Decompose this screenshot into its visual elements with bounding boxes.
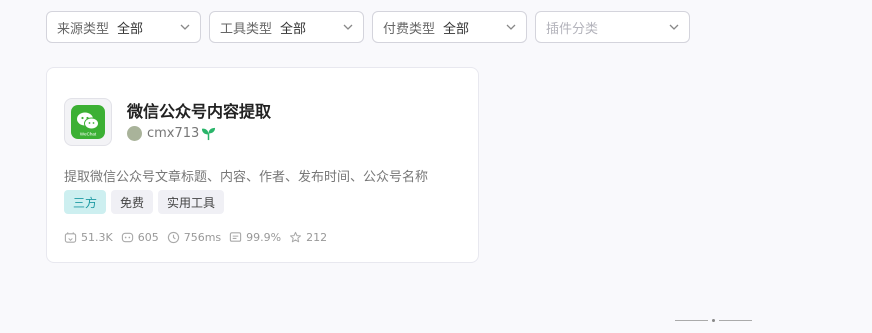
success-rate-stat: 99.9% [229,231,281,244]
pager-dot [712,319,715,322]
bot-icon [121,232,133,243]
author-avatar [127,126,142,141]
tool-type-value: 全部 [280,21,307,37]
calls-stat: 605 [121,231,159,244]
source-type-select[interactable]: 来源类型 全部 [46,11,201,43]
payment-type-select[interactable]: 付费类型 全部 [372,11,527,43]
plugin-author: cmx713 [127,126,216,141]
chevron-down-icon [180,24,190,30]
tag-list: 三方 免费 实用工具 [64,190,225,214]
tag-free[interactable]: 免费 [111,190,154,214]
chevron-down-icon [506,24,516,30]
stars-stat[interactable]: 212 [289,231,327,244]
payment-type-label: 付费类型 [383,21,436,37]
message-icon [230,232,242,242]
installs-value: 51.3K [81,231,113,244]
star-icon [290,231,302,243]
pager-line-left [675,320,708,321]
author-name: cmx713 [147,126,200,141]
chevron-down-icon [669,24,679,30]
installs-stat: 51.3K [64,231,113,244]
latency-value: 756ms [183,231,222,244]
chevron-down-icon [343,24,353,30]
filter-bar: 来源类型 全部 工具类型 全部 付费类型 全部 插件分类 [46,11,690,43]
sprout-icon [202,127,216,141]
tool-type-select[interactable]: 工具类型 全部 [209,11,364,43]
source-type-value: 全部 [117,21,144,37]
tool-type-label: 工具类型 [220,21,273,37]
tag-utility[interactable]: 实用工具 [158,190,225,214]
calls-value: 605 [137,231,159,244]
wechat-logo-icon: WeChat [71,105,105,139]
latency-stat: 756ms [167,231,221,244]
source-type-label: 来源类型 [57,21,110,37]
success-rate-value: 99.9% [246,231,282,244]
plugin-title: 微信公众号内容提取 [127,102,272,121]
install-icon [64,232,77,243]
plugin-category-select[interactable]: 插件分类 [535,11,690,43]
plugin-card[interactable]: WeChat 微信公众号内容提取 cmx713 提取微信公众号文章标题、内容、作… [46,67,479,263]
stars-value: 212 [306,231,328,244]
plugin-category-placeholder: 插件分类 [546,21,599,37]
logo-text: WeChat [80,132,97,137]
tag-third-party[interactable]: 三方 [64,190,107,214]
plugin-stats: 51.3K 605 756ms 99.9% 212 [64,231,327,244]
plugin-description: 提取微信公众号文章标题、内容、作者、发布时间、公众号名称 [64,170,429,185]
pagination-indicator [675,319,752,322]
pager-line-right [719,320,752,321]
payment-type-value: 全部 [443,21,470,37]
plugin-logo: WeChat [64,98,112,146]
clock-icon [167,231,179,244]
